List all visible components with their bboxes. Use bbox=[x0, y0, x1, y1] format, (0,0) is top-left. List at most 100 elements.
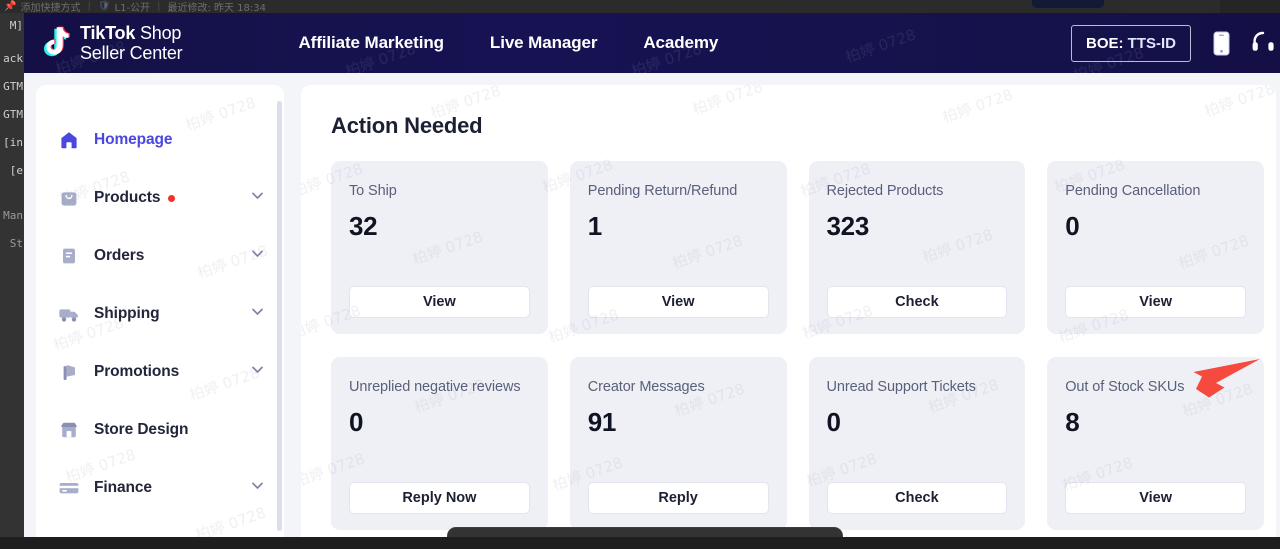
top-navigation-bar: TikTok Shop Seller Center Affiliate Mark… bbox=[24, 13, 1280, 73]
card-value: 323 bbox=[826, 211, 870, 241]
os-left-panel: M] ack GTM GTM [in [e Man St bbox=[0, 13, 24, 537]
card-action-button[interactable]: Check bbox=[826, 286, 1008, 318]
app-body: Homepage Products Orders Shipping Promot… bbox=[24, 73, 1280, 537]
card-title: Unread Support Tickets bbox=[826, 379, 976, 395]
nav-item-affiliate-marketing[interactable]: Affiliate Marketing bbox=[298, 33, 444, 53]
sidebar-item-label: Homepage bbox=[94, 131, 173, 148]
add-shortcut-label[interactable]: 添加快捷方式 bbox=[20, 0, 80, 13]
last-modified-label: 最近修改: 昨天 18:34 bbox=[167, 3, 266, 13]
card-value: 32 bbox=[349, 211, 378, 241]
permission-level-label: L1-公开 bbox=[114, 3, 151, 13]
os-bottom-bar bbox=[0, 537, 1280, 549]
chevron-down-icon[interactable] bbox=[249, 303, 266, 325]
chevron-down-icon[interactable] bbox=[249, 361, 266, 383]
seller-center-app: TikTok Shop Seller Center Affiliate Mark… bbox=[24, 13, 1280, 537]
sidebar-scrollbar-thumb[interactable] bbox=[277, 101, 282, 531]
card-title: To Ship bbox=[349, 183, 397, 199]
storefront-icon bbox=[58, 419, 80, 441]
tiktok-note-icon bbox=[37, 25, 71, 61]
sidebar-item-label: Shipping bbox=[94, 305, 160, 322]
primary-nav: Affiliate Marketing Live Manager Academy bbox=[298, 33, 718, 53]
sidebar-item-finance[interactable]: Finance bbox=[36, 459, 284, 517]
chevron-down-icon[interactable] bbox=[249, 477, 266, 499]
products-alert-badge bbox=[168, 194, 176, 202]
separator-2: | bbox=[157, 1, 161, 12]
nav-item-live-manager[interactable]: Live Manager bbox=[490, 33, 598, 53]
region-chip-value: TTS-ID bbox=[1127, 34, 1176, 52]
card-action-button[interactable]: View bbox=[1065, 482, 1246, 514]
card-value: 0 bbox=[1065, 211, 1080, 241]
card-action-button[interactable]: Check bbox=[826, 482, 1008, 514]
chevron-down-icon[interactable] bbox=[249, 245, 266, 267]
brand-logo[interactable]: TikTok Shop Seller Center bbox=[24, 22, 183, 63]
left-panel-line: GTM bbox=[3, 108, 23, 121]
sidebar-item-label: Products bbox=[94, 189, 161, 206]
nav-right-group: BOE: TTS-ID bbox=[1071, 13, 1280, 73]
headset-support-icon[interactable] bbox=[1252, 31, 1274, 55]
megaphone-icon bbox=[58, 361, 80, 383]
sidebar-item-label: Finance bbox=[94, 479, 152, 496]
action-card-rejected-products: Rejected Products 323 Check bbox=[808, 161, 1026, 334]
shield-icon: 🛡 bbox=[97, 1, 111, 12]
card-value: 0 bbox=[826, 407, 841, 437]
left-panel-line: ack bbox=[3, 52, 23, 65]
card-title: Pending Cancellation bbox=[1065, 183, 1201, 199]
brand-line2: Seller Center bbox=[80, 43, 183, 63]
os-top-right-dim bbox=[1220, 0, 1280, 13]
brand-line1-normal: Shop bbox=[139, 22, 182, 43]
left-panel-line: St bbox=[9, 237, 23, 250]
order-book-icon bbox=[58, 245, 80, 267]
sidebar: Homepage Products Orders Shipping Promot… bbox=[36, 85, 284, 537]
os-navy-pill bbox=[1032, 0, 1104, 8]
card-action-button[interactable]: View bbox=[349, 286, 530, 318]
action-card-pending-return-refund: Pending Return/Refund 1 View bbox=[569, 161, 787, 334]
action-card-unread-support-tickets: Unread Support Tickets 0 Check bbox=[808, 357, 1026, 530]
card-action-button[interactable]: View bbox=[587, 286, 769, 318]
bag-icon bbox=[58, 187, 80, 209]
mobile-phone-icon[interactable] bbox=[1213, 31, 1230, 56]
sidebar-item-store-design[interactable]: Store Design bbox=[36, 401, 284, 459]
action-card-creator-messages: Creator Messages 91 Reply bbox=[569, 357, 787, 530]
card-title: Rejected Products bbox=[826, 183, 944, 199]
action-card-unreplied-negative-reviews: Unreplied negative reviews 0 Reply Now bbox=[331, 357, 548, 530]
region-chip-prefix: BOE: bbox=[1086, 34, 1128, 52]
left-panel-line: GTM bbox=[3, 80, 23, 93]
card-title: Out of Stock SKUs bbox=[1065, 379, 1185, 395]
card-value: 0 bbox=[349, 407, 364, 437]
action-card-out-of-stock-skus: Out of Stock SKUs 8 View bbox=[1047, 357, 1264, 530]
action-card-pending-cancellation: Pending Cancellation 0 View bbox=[1047, 161, 1264, 334]
sidebar-item-promotions[interactable]: Promotions bbox=[36, 343, 284, 401]
left-panel-line: [in bbox=[3, 136, 23, 149]
action-card-to-ship: To Ship 32 View bbox=[331, 161, 548, 334]
screen: 📌 添加快捷方式 | 🛡 L1-公开 | 最近修改: 昨天 18:34 M] a… bbox=[0, 0, 1280, 549]
brand-line1-bold: TikTok bbox=[80, 22, 136, 43]
separator-1: | bbox=[87, 1, 91, 12]
card-title: Pending Return/Refund bbox=[587, 183, 738, 199]
left-panel-line: [e bbox=[9, 164, 23, 177]
pin-icon[interactable]: 📌 bbox=[4, 1, 20, 12]
left-panel-line: M] bbox=[9, 19, 23, 32]
sidebar-item-products[interactable]: Products bbox=[36, 169, 284, 227]
watermark: 柏婷 0728 bbox=[843, 25, 919, 67]
truck-icon bbox=[58, 303, 80, 325]
card-action-button[interactable]: Reply Now bbox=[349, 482, 530, 514]
card-value: 91 bbox=[587, 407, 617, 437]
card-value: 8 bbox=[1065, 407, 1080, 437]
card-action-button[interactable]: Reply bbox=[587, 482, 769, 514]
action-needed-card-grid: To Ship 32 View Pending Return/Refund 1 … bbox=[331, 161, 1264, 530]
nav-item-academy[interactable]: Academy bbox=[643, 33, 718, 53]
home-icon bbox=[58, 129, 80, 151]
sidebar-item-label: Store Design bbox=[94, 421, 189, 438]
card-action-button[interactable]: View bbox=[1065, 286, 1246, 318]
page-title: Action Needed bbox=[331, 113, 483, 138]
chevron-down-icon[interactable] bbox=[249, 187, 266, 209]
brand-text: TikTok Shop Seller Center bbox=[80, 22, 183, 63]
sidebar-item-shipping[interactable]: Shipping bbox=[36, 285, 284, 343]
sidebar-nav-list: Homepage Products Orders Shipping Promot… bbox=[36, 111, 284, 517]
main-content: Action Needed To Ship 32 View Pending Re… bbox=[301, 85, 1276, 537]
sidebar-item-homepage[interactable]: Homepage bbox=[36, 111, 284, 169]
sidebar-item-orders[interactable]: Orders bbox=[36, 227, 284, 285]
sidebar-item-label: Orders bbox=[94, 247, 145, 264]
sidebar-item-label: Promotions bbox=[94, 363, 180, 380]
region-chip[interactable]: BOE: TTS-ID bbox=[1071, 24, 1191, 62]
